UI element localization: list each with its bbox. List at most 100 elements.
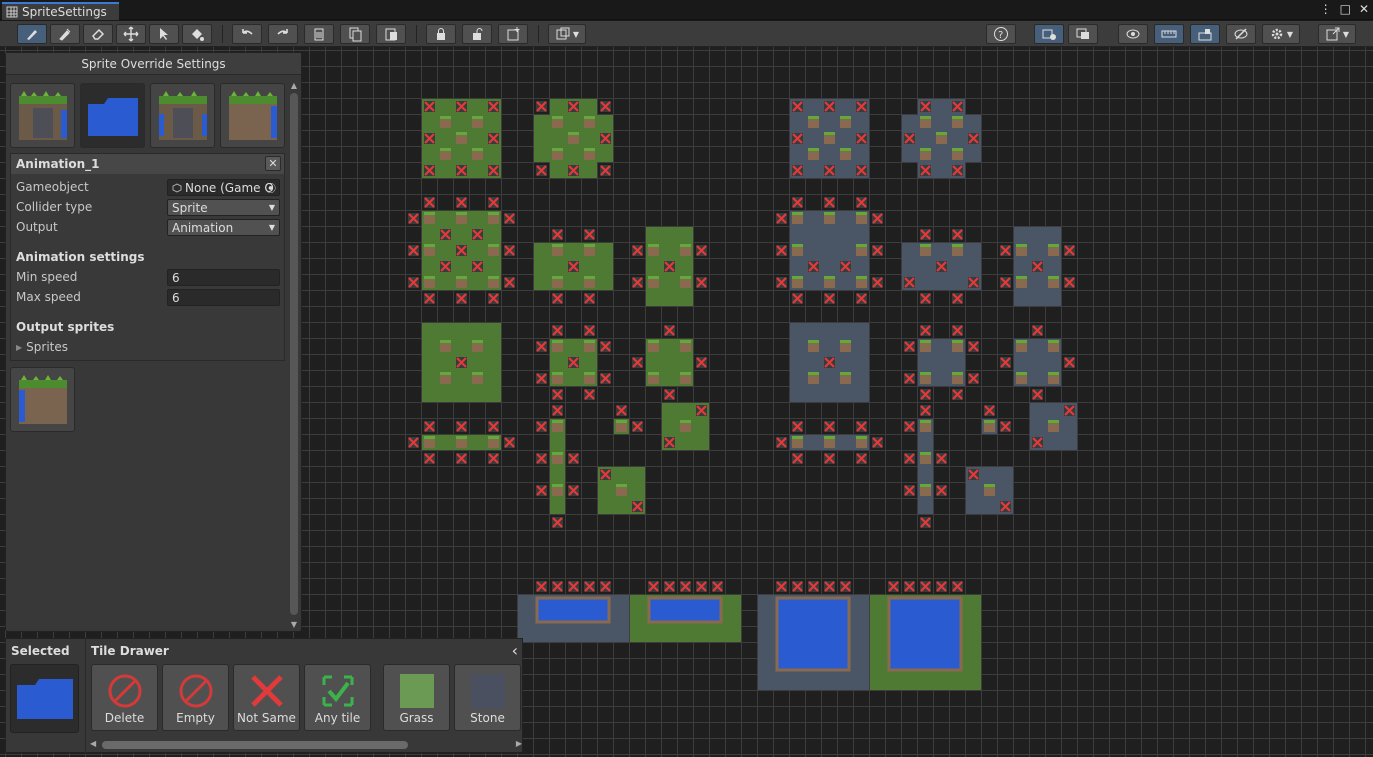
- dirt-tile[interactable]: [424, 244, 435, 256]
- cross-marker[interactable]: [456, 101, 467, 112]
- dirt-tile[interactable]: [840, 340, 851, 352]
- cross-marker[interactable]: [920, 165, 931, 176]
- dirt-tile[interactable]: [552, 340, 563, 352]
- output-sprite-thumbnail[interactable]: [10, 367, 75, 432]
- dirt-tile[interactable]: [1016, 340, 1027, 352]
- cross-marker[interactable]: [664, 581, 675, 592]
- cross-marker[interactable]: [456, 453, 467, 464]
- cross-marker[interactable]: [664, 261, 675, 272]
- cross-marker[interactable]: [776, 213, 787, 224]
- dirt-tile[interactable]: [808, 148, 819, 160]
- dirt-tile[interactable]: [1048, 340, 1059, 352]
- dirt-tile[interactable]: [936, 132, 947, 144]
- cross-marker[interactable]: [1032, 389, 1043, 400]
- cross-marker[interactable]: [568, 581, 579, 592]
- cross-marker[interactable]: [776, 437, 787, 448]
- cross-marker[interactable]: [872, 277, 883, 288]
- cross-marker[interactable]: [424, 421, 435, 432]
- cross-marker[interactable]: [968, 373, 979, 384]
- cross-marker[interactable]: [408, 437, 419, 448]
- paint-brush-button[interactable]: [17, 24, 47, 44]
- dirt-tile[interactable]: [808, 116, 819, 128]
- cross-marker[interactable]: [1064, 357, 1075, 368]
- cross-marker[interactable]: [584, 581, 595, 592]
- cross-marker[interactable]: [408, 277, 419, 288]
- select-button[interactable]: [149, 24, 179, 44]
- cross-marker[interactable]: [472, 229, 483, 240]
- delete-button[interactable]: [304, 24, 334, 44]
- dirt-tile[interactable]: [920, 484, 931, 496]
- dirt-tile[interactable]: [680, 276, 691, 288]
- dirt-tile[interactable]: [680, 372, 691, 384]
- tile-block[interactable]: [550, 419, 565, 514]
- dirt-tile[interactable]: [648, 244, 659, 256]
- dirt-tile[interactable]: [440, 148, 451, 160]
- move-button[interactable]: [116, 24, 146, 44]
- dirt-tile[interactable]: [920, 452, 931, 464]
- cross-marker[interactable]: [664, 389, 675, 400]
- cross-marker[interactable]: [920, 405, 931, 416]
- dirt-tile[interactable]: [840, 372, 851, 384]
- undo-button[interactable]: [232, 24, 262, 44]
- cross-marker[interactable]: [488, 101, 499, 112]
- cross-marker[interactable]: [600, 469, 611, 480]
- dirt-tile[interactable]: [792, 276, 803, 288]
- thumbnail-stone-pillar[interactable]: [150, 83, 215, 148]
- output-dropdown[interactable]: Animation ▼: [167, 219, 280, 236]
- cross-marker[interactable]: [856, 453, 867, 464]
- cross-marker[interactable]: [824, 101, 835, 112]
- cross-marker[interactable]: [552, 229, 563, 240]
- any-tile-button[interactable]: Any tile: [304, 664, 371, 731]
- cross-marker[interactable]: [536, 421, 547, 432]
- cross-marker[interactable]: [456, 357, 467, 368]
- cross-marker[interactable]: [504, 277, 515, 288]
- dirt-tile[interactable]: [440, 372, 451, 384]
- thumbnail-grass-stone[interactable]: [10, 83, 75, 148]
- scroll-left-icon[interactable]: ◀: [90, 739, 96, 748]
- cross-marker[interactable]: [568, 453, 579, 464]
- cross-marker[interactable]: [424, 197, 435, 208]
- dirt-tile[interactable]: [952, 244, 963, 256]
- cross-marker[interactable]: [552, 517, 563, 528]
- dirt-tile[interactable]: [424, 276, 435, 288]
- max-speed-field[interactable]: 6: [167, 289, 280, 306]
- cross-marker[interactable]: [456, 421, 467, 432]
- dirt-tile[interactable]: [584, 340, 595, 352]
- dirt-tile[interactable]: [856, 436, 867, 448]
- dirt-tile[interactable]: [808, 372, 819, 384]
- scroll-down-icon[interactable]: ▼: [289, 620, 299, 629]
- empty-tile-button[interactable]: Empty: [162, 664, 229, 731]
- cross-marker[interactable]: [568, 165, 579, 176]
- cross-marker[interactable]: [568, 261, 579, 272]
- cross-marker[interactable]: [792, 133, 803, 144]
- cross-marker[interactable]: [424, 133, 435, 144]
- cross-marker[interactable]: [552, 293, 563, 304]
- cross-marker[interactable]: [488, 165, 499, 176]
- cross-marker[interactable]: [1000, 421, 1011, 432]
- cross-marker[interactable]: [840, 261, 851, 272]
- water-pool[interactable]: [535, 596, 611, 624]
- scroll-thumb[interactable]: [290, 93, 298, 615]
- cross-marker[interactable]: [808, 581, 819, 592]
- dirt-tile[interactable]: [824, 276, 835, 288]
- cross-marker[interactable]: [632, 421, 643, 432]
- cross-marker[interactable]: [792, 453, 803, 464]
- dirt-tile[interactable]: [856, 276, 867, 288]
- dirt-tile[interactable]: [440, 116, 451, 128]
- dirt-tile[interactable]: [824, 212, 835, 224]
- dirt-tile[interactable]: [920, 148, 931, 160]
- help-button[interactable]: ?: [986, 24, 1016, 44]
- dirt-tile[interactable]: [488, 276, 499, 288]
- dirt-tile[interactable]: [648, 372, 659, 384]
- cross-marker[interactable]: [504, 245, 515, 256]
- cross-marker[interactable]: [776, 277, 787, 288]
- visibility-button[interactable]: [1118, 24, 1148, 44]
- close-inspector-button[interactable]: ✕: [265, 156, 281, 171]
- cross-marker[interactable]: [952, 101, 963, 112]
- not-same-tile-button[interactable]: Not Same: [233, 664, 300, 731]
- cross-marker[interactable]: [488, 421, 499, 432]
- panel-scrollbar[interactable]: ▲ ▼: [289, 81, 299, 629]
- thumbnail-grass-water[interactable]: [220, 83, 285, 148]
- cross-marker[interactable]: [904, 133, 915, 144]
- cross-marker[interactable]: [488, 133, 499, 144]
